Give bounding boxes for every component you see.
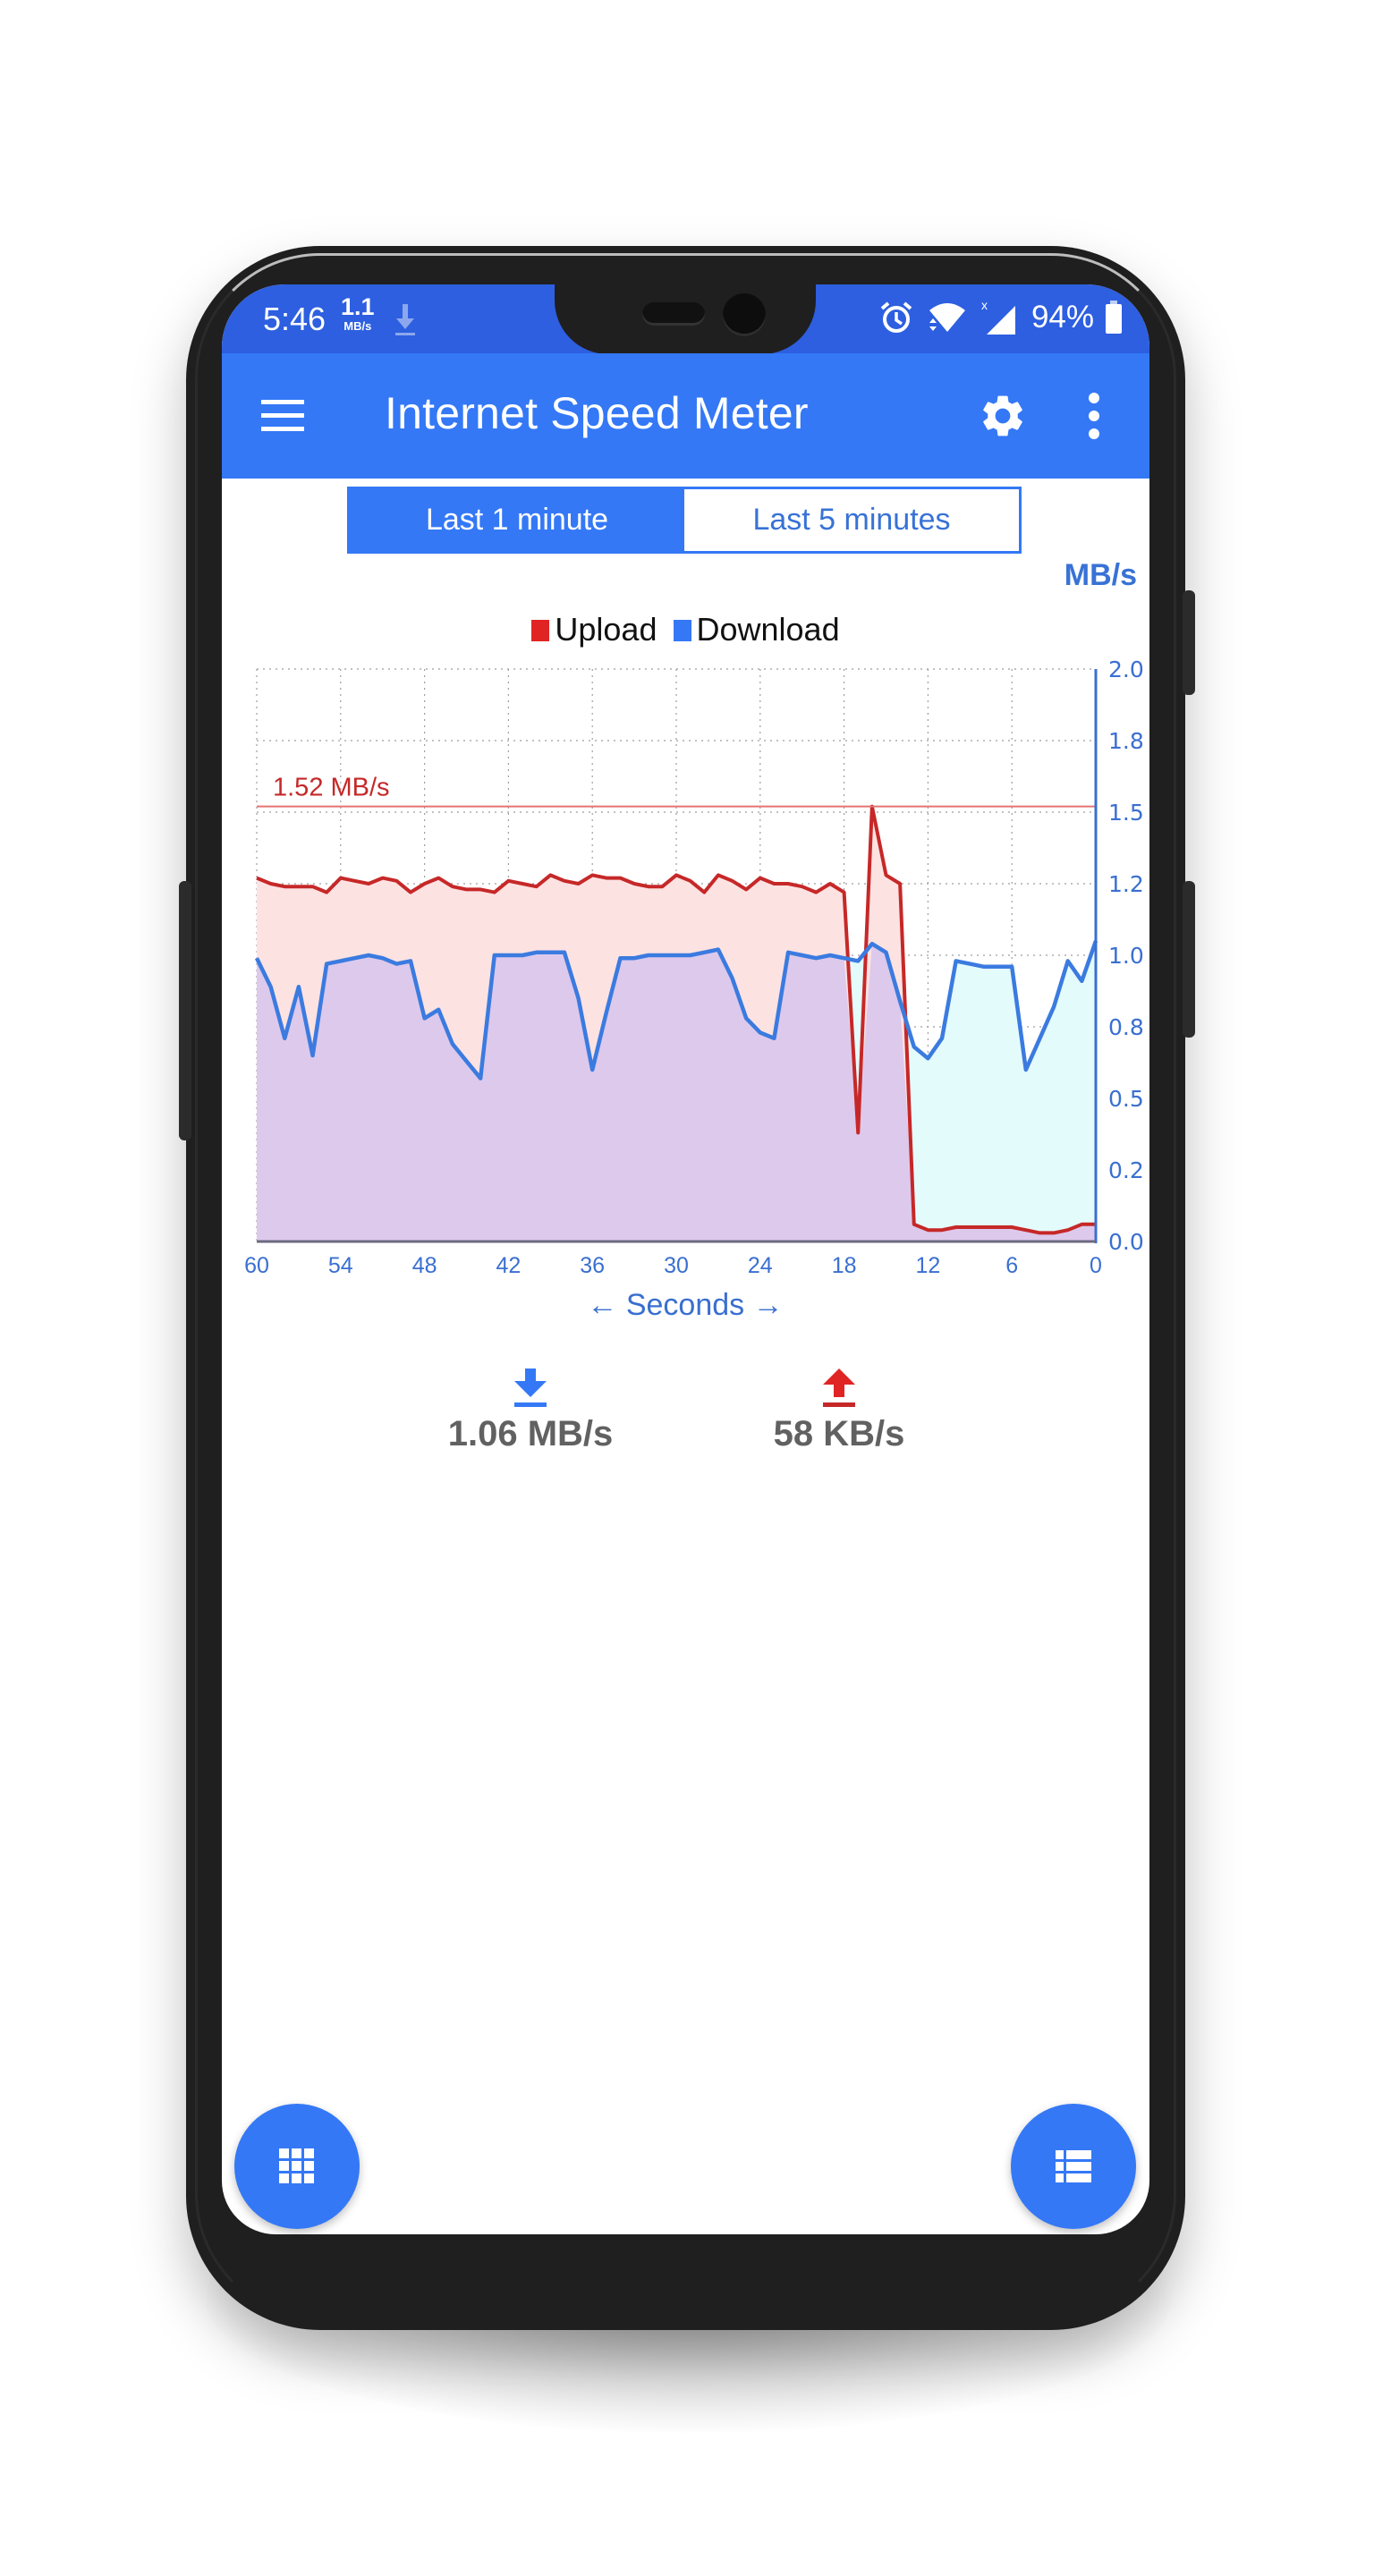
y-tick-label: 0.5	[1108, 1086, 1144, 1112]
x-tick-label: 30	[664, 1253, 689, 1278]
x-axis-title: ← Seconds →	[587, 1288, 783, 1322]
x-tick-label: 36	[580, 1253, 605, 1278]
y-tick-label: 0.8	[1108, 1014, 1144, 1040]
x-tick-label: 12	[915, 1253, 940, 1278]
max-marker-label: 1.52 MB/s	[273, 774, 390, 802]
upload-readout: 58 KB/s	[732, 1367, 946, 1454]
upload-speed-value: 58 KB/s	[773, 1414, 905, 1453]
y-tick-label: 2.0	[1108, 657, 1144, 682]
y-tick-label: 1.5	[1108, 800, 1144, 826]
x-tick-label: 0	[1090, 1253, 1102, 1278]
x-tick-label: 54	[328, 1253, 353, 1278]
x-tick-label: 18	[832, 1253, 857, 1278]
view-list-icon	[1056, 2150, 1091, 2182]
list-view-fab-button[interactable]	[1011, 2104, 1136, 2229]
y-tick-label: 1.0	[1108, 943, 1144, 969]
x-tick-label: 60	[244, 1253, 269, 1278]
x-tick-label: 6	[1005, 1253, 1018, 1278]
y-tick-label: 0.2	[1108, 1157, 1144, 1183]
phone-volume-up-button	[1183, 590, 1195, 695]
phone-side-button-left	[179, 881, 191, 1140]
screen: 5:46 1.1 MB/s x 94% Internet Speed Meter…	[222, 284, 1149, 2234]
download-readout: 1.06 MB/s	[423, 1367, 638, 1454]
phone-volume-down-button	[1183, 881, 1195, 1038]
x-tick-label: 48	[412, 1253, 437, 1278]
apps-fab-button[interactable]	[234, 2104, 360, 2229]
y-tick-label: 1.2	[1108, 871, 1144, 897]
apps-grid-icon	[279, 2148, 314, 2183]
download-arrow-icon	[514, 1368, 547, 1407]
download-speed-value: 1.06 MB/s	[447, 1414, 614, 1453]
speed-chart: 1.52 MB/s 2.01.81.51.21.00.80.50.20.060 5…	[244, 657, 1144, 1322]
upload-arrow-icon	[823, 1368, 855, 1407]
x-tick-label: 42	[496, 1253, 521, 1278]
chart-areas	[257, 806, 1096, 1241]
x-tick-label: 24	[748, 1253, 773, 1278]
y-tick-label: 1.8	[1108, 728, 1144, 754]
y-tick-label: 0.0	[1108, 1229, 1144, 1255]
